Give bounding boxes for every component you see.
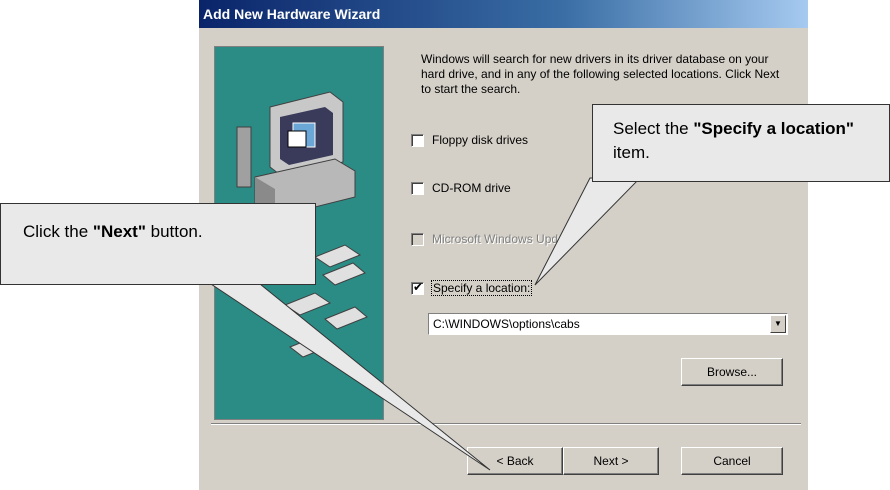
next-button-callout: Click the "Next" button.	[0, 203, 316, 285]
callout-text: item.	[613, 143, 650, 162]
callout-text: Click the	[23, 222, 93, 241]
callout-text: button.	[145, 222, 203, 241]
callout-text: Select the	[613, 119, 694, 138]
specify-location-callout: Select the "Specify a location" item.	[592, 104, 890, 182]
callout-highlight: "Specify a location"	[693, 119, 854, 138]
callout-highlight: "Next"	[92, 222, 146, 241]
